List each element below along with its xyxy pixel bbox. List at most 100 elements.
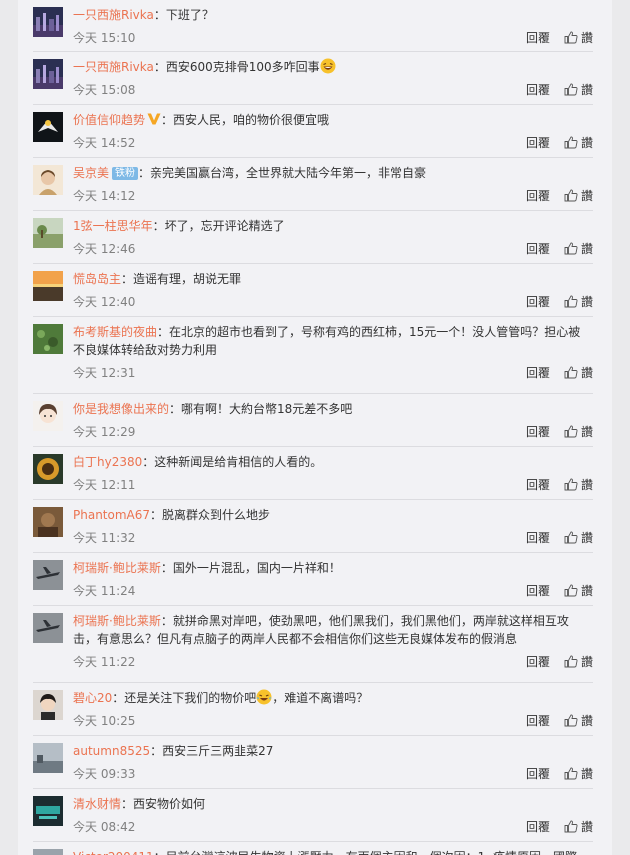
like-button[interactable]: 讚 <box>564 531 593 545</box>
avatar-green-field[interactable] <box>33 324 63 354</box>
thumbs-up-icon <box>564 366 581 380</box>
avatar-sunset[interactable] <box>33 271 63 301</box>
avatar-person[interactable] <box>33 849 63 855</box>
comment-actions: 回覆 讚 <box>526 187 593 204</box>
comment-text-line: 碧心20：还是关注下我们的物价吧 ，难道不离谱吗？ <box>73 689 593 707</box>
like-button[interactable]: 讚 <box>564 295 593 309</box>
reply-button[interactable]: 回覆 <box>526 531 550 545</box>
comment-footer: 今天 15:08 回覆 讚 <box>73 79 593 99</box>
like-button[interactable]: 讚 <box>564 584 593 598</box>
like-button[interactable]: 讚 <box>564 83 593 97</box>
comment-text: ：脱离群众到什么地步 <box>150 508 271 522</box>
comment-text: ：造谣有理，胡说无罪 <box>121 272 242 286</box>
avatar-jet[interactable] <box>33 613 63 643</box>
comment-actions: 回覆 讚 <box>526 653 593 670</box>
avatar-night-city[interactable] <box>33 59 63 89</box>
avatar-portrait[interactable] <box>33 165 63 195</box>
avatar-anime-girl[interactable] <box>33 401 63 431</box>
like-label: 讚 <box>580 83 593 97</box>
avatar-brown-photo[interactable] <box>33 507 63 537</box>
reply-button[interactable]: 回覆 <box>526 189 550 203</box>
username-link[interactable]: 你是我想像出来的 <box>73 402 169 416</box>
comment-footer: 今天 15:10 回覆 讚 <box>73 27 593 47</box>
comment-text: ：西安600克排骨100多咋回事 <box>153 60 320 74</box>
reply-button[interactable]: 回覆 <box>526 31 550 45</box>
reply-button[interactable]: 回覆 <box>526 655 550 669</box>
like-button[interactable]: 讚 <box>564 714 593 728</box>
username-link[interactable]: 柯瑞斯·鲍比莱斯 <box>73 614 161 628</box>
like-button[interactable]: 讚 <box>564 366 593 380</box>
thumbs-up-icon <box>564 820 581 834</box>
avatar-night-city[interactable] <box>33 7 63 37</box>
reply-button[interactable]: 回覆 <box>526 366 550 380</box>
thumbs-up-icon <box>564 478 581 492</box>
comment-item: autumn8525：西安三斤三两韭菜27 今天 09:33 回覆 讚 <box>33 736 593 789</box>
like-button[interactable]: 讚 <box>564 767 593 781</box>
comment-actions: 回覆 讚 <box>526 529 593 546</box>
like-button[interactable]: 讚 <box>564 820 593 834</box>
comment-text-line: 柯瑞斯·鲍比莱斯：国外一片混乱，国内一片祥和！ <box>73 559 593 577</box>
reply-button[interactable]: 回覆 <box>526 295 550 309</box>
username-link[interactable]: 白丁hy2380 <box>73 455 142 469</box>
username-link[interactable]: 1弦一柱思华年 <box>73 219 153 233</box>
reply-button[interactable]: 回覆 <box>526 584 550 598</box>
comment-item: 一只西施Rivka：下班了？ 今天 15:10 回覆 讚 <box>33 0 593 52</box>
thumbs-up-icon <box>564 136 581 150</box>
username-link[interactable]: 柯瑞斯·鲍比莱斯 <box>73 561 161 575</box>
username-link[interactable]: PhantomA67 <box>73 508 150 522</box>
username-link[interactable]: 一只西施Rivka <box>73 8 154 22</box>
comment-item: 慌岛岛主：造谣有理，胡说无罪 今天 12:40 回覆 讚 <box>33 264 593 317</box>
username-link[interactable]: 碧心20 <box>73 691 112 705</box>
reply-button[interactable]: 回覆 <box>526 242 550 256</box>
username-link[interactable]: 一只西施Rivka <box>73 60 154 74</box>
reply-button[interactable]: 回覆 <box>526 83 550 97</box>
comment-actions: 回覆 讚 <box>526 476 593 493</box>
comment-timestamp: 今天 09:33 <box>73 767 136 781</box>
reply-button[interactable]: 回覆 <box>526 478 550 492</box>
username-link[interactable]: 价值信仰趋势 <box>73 113 145 127</box>
comment-timestamp: 今天 14:12 <box>73 189 136 203</box>
like-button[interactable]: 讚 <box>564 189 593 203</box>
like-button[interactable]: 讚 <box>564 655 593 669</box>
like-label: 讚 <box>580 31 593 45</box>
like-label: 讚 <box>580 242 593 256</box>
username-link[interactable]: 布考斯基的夜曲 <box>73 325 157 339</box>
avatar-sunflower[interactable] <box>33 454 63 484</box>
comment-text-line: 清水财情：西安物价如何 <box>73 795 593 813</box>
like-button[interactable]: 讚 <box>564 136 593 150</box>
username-link[interactable]: autumn8525 <box>73 744 150 758</box>
like-button[interactable]: 讚 <box>564 425 593 439</box>
comment-list-panel: 一只西施Rivka：下班了？ 今天 15:10 回覆讚一只西施Rivka：西安600… <box>18 0 612 855</box>
reply-button[interactable]: 回覆 <box>526 136 550 150</box>
comment-timestamp: 今天 12:46 <box>73 242 136 256</box>
reply-button[interactable]: 回覆 <box>526 820 550 834</box>
username-link[interactable]: 慌岛岛主 <box>73 272 121 286</box>
comment-text: ：坏了，忘开评论精选了 <box>152 219 285 233</box>
comment-timestamp: 今天 11:24 <box>73 584 136 598</box>
avatar-jet[interactable] <box>33 560 63 590</box>
avatar-face[interactable] <box>33 690 63 720</box>
comment-text: ：亲完美国赢台湾，全世界就大陆今年第一，非常自豪 <box>138 166 427 180</box>
username-link[interactable]: 吴京美 <box>73 166 109 180</box>
comment-actions: 回覆 讚 <box>526 81 593 98</box>
avatar-dark-teal[interactable] <box>33 796 63 826</box>
like-button[interactable]: 讚 <box>564 31 593 45</box>
comment-text-line: 慌岛岛主：造谣有理，胡说无罪 <box>73 270 593 288</box>
avatar-grey-sky[interactable] <box>33 743 63 773</box>
thumbs-up-icon <box>564 714 581 728</box>
comment-text: ：西安三斤三两韭菜27 <box>150 744 274 758</box>
avatar-landscape[interactable] <box>33 218 63 248</box>
comment-footer: 今天 14:12 回覆 讚 <box>73 185 593 205</box>
comment-timestamp: 今天 15:08 <box>73 83 136 97</box>
reply-button[interactable]: 回覆 <box>526 714 550 728</box>
comment-text-line: 一只西施Rivka：西安600克排骨100多咋回事 <box>73 58 593 76</box>
like-button[interactable]: 讚 <box>564 478 593 492</box>
username-link[interactable]: Victor200411 <box>73 850 154 855</box>
reply-button[interactable]: 回覆 <box>526 767 550 781</box>
username-link[interactable]: 清水财情 <box>73 797 121 811</box>
comment-footer: 今天 11:24 回覆 讚 <box>73 580 593 600</box>
comment-actions: 回覆 讚 <box>526 293 593 310</box>
like-button[interactable]: 讚 <box>564 242 593 256</box>
avatar-eagle[interactable] <box>33 112 63 142</box>
reply-button[interactable]: 回覆 <box>526 425 550 439</box>
